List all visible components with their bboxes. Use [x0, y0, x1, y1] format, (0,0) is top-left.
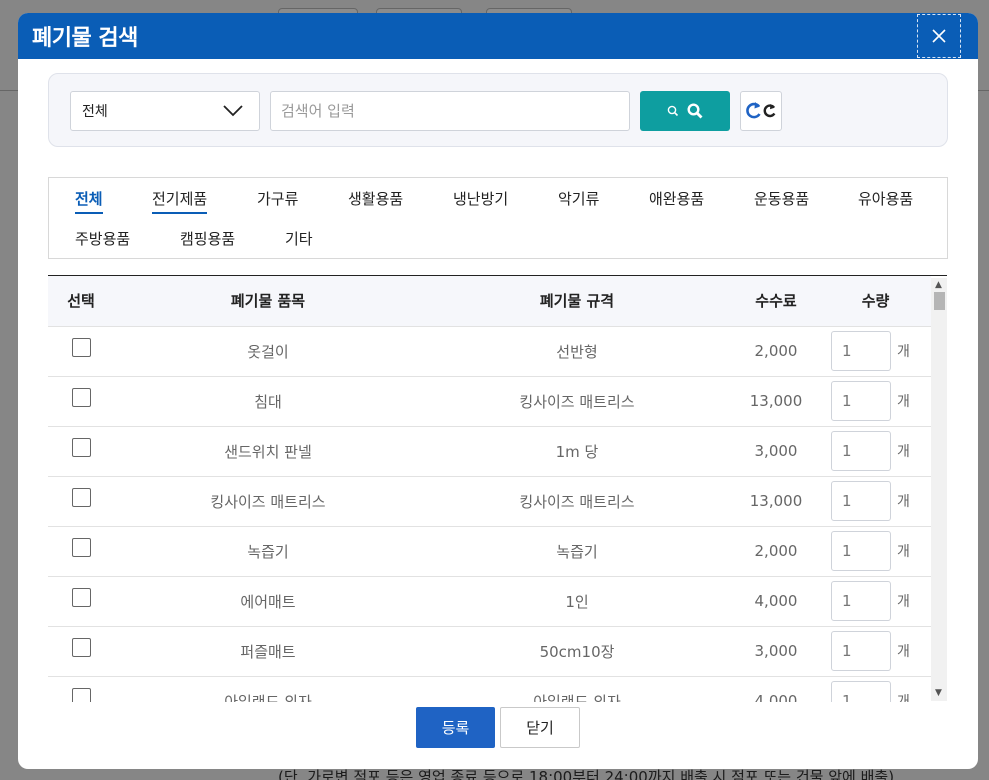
waste-table: 선택 폐기물 품목 폐기물 규격 수수료 수량 옷걸이 선반형 2,000 1개: [48, 276, 931, 702]
close-icon: [932, 29, 946, 43]
item-cell: 침대: [254, 392, 282, 411]
fee-cell: 3,000: [754, 442, 798, 460]
close-footer-button[interactable]: 닫기: [500, 707, 580, 748]
header-quantity: 수량: [861, 292, 890, 311]
row-checkbox[interactable]: [71, 588, 91, 607]
item-cell: 옷걸이: [247, 342, 289, 361]
tab-electronics[interactable]: 전기제품: [152, 188, 208, 214]
category-select-value: 전체: [82, 104, 108, 120]
spec-cell: 킹사이즈 매트리스: [519, 492, 635, 511]
row-checkbox[interactable]: [71, 338, 91, 357]
tab-furniture[interactable]: 가구류: [257, 188, 298, 209]
quantity-unit: 개: [897, 394, 910, 410]
spec-cell: 아일랜드 의자: [533, 692, 621, 703]
spec-cell: 1인: [565, 592, 589, 611]
row-checkbox[interactable]: [71, 388, 91, 407]
tab-camping[interactable]: 캠핑용품: [180, 228, 235, 249]
tab-etc[interactable]: 기타: [285, 228, 313, 249]
tab-heating-cooling[interactable]: 냉난방기: [453, 188, 508, 209]
quantity-unit: 개: [897, 594, 910, 610]
tab-all[interactable]: 전체: [75, 188, 103, 214]
spec-cell: 킹사이즈 매트리스: [519, 392, 635, 411]
category-select[interactable]: 전체: [70, 91, 260, 131]
scroll-up-icon[interactable]: ▲: [935, 281, 942, 290]
table-row: 에어매트 1인 4,000 1개: [48, 576, 931, 626]
item-cell: 킹사이즈 매트리스: [210, 492, 326, 511]
waste-search-modal: 폐기물 검색 전체 검색어 입력 전체 전기제품 가구류 생활용품 냉난방기 악…: [18, 13, 978, 769]
quantity-unit: 개: [897, 544, 910, 560]
quantity-input[interactable]: 1: [831, 681, 891, 702]
fee-cell: 2,000: [754, 542, 798, 560]
quantity-input[interactable]: 1: [831, 581, 891, 621]
close-button[interactable]: [917, 14, 961, 58]
table-header-row: 선택 폐기물 품목 폐기물 규격 수수료 수량: [48, 276, 931, 326]
chevron-down-icon: [223, 105, 243, 117]
spec-cell: 선반형: [556, 342, 598, 361]
quantity-unit: 개: [897, 344, 910, 360]
scroll-down-icon[interactable]: ▼: [935, 689, 942, 698]
quantity-unit: 개: [897, 694, 910, 702]
spec-cell: 50cm10장: [539, 642, 615, 661]
quantity-input[interactable]: 1: [831, 331, 891, 371]
row-checkbox[interactable]: [71, 638, 91, 657]
tab-baby-supplies[interactable]: 유아용품: [858, 188, 913, 209]
fee-cell: 4,000: [754, 592, 798, 610]
quantity-input[interactable]: 1: [831, 481, 891, 521]
spec-cell: 1m 당: [555, 442, 599, 461]
tab-instruments[interactable]: 악기류: [558, 188, 599, 209]
item-cell: 아일랜드 의자: [224, 692, 312, 703]
quantity-input[interactable]: 1: [831, 431, 891, 471]
row-checkbox[interactable]: [71, 538, 91, 557]
fee-cell: 2,000: [754, 342, 798, 360]
category-tabs: 전체 전기제품 가구류 생활용품 냉난방기 악기류 애완용품 운동용품 유아용품…: [48, 177, 948, 259]
reset-button[interactable]: [740, 91, 782, 131]
quantity-unit: 개: [897, 444, 910, 460]
tab-household[interactable]: 생활용품: [348, 188, 403, 209]
item-cell: 에어매트: [240, 592, 296, 611]
table-row: 아일랜드 의자 아일랜드 의자 4,000 1개: [48, 676, 931, 702]
header-fee: 수수료: [755, 292, 797, 311]
waste-table-container: 선택 폐기물 품목 폐기물 규격 수수료 수량 옷걸이 선반형 2,000 1개: [48, 275, 947, 702]
search-input[interactable]: [270, 91, 630, 131]
register-button[interactable]: 등록: [416, 707, 495, 748]
item-cell: 샌드위치 판넬: [224, 442, 312, 461]
table-row: 옷걸이 선반형 2,000 1개: [48, 326, 931, 376]
fee-cell: 3,000: [754, 642, 798, 660]
search-button[interactable]: [640, 91, 730, 131]
header-select: 선택: [67, 292, 95, 311]
spec-cell: 녹즙기: [556, 542, 598, 561]
quantity-input[interactable]: 1: [831, 381, 891, 421]
tab-pet-supplies[interactable]: 애완용품: [649, 188, 704, 209]
scrollbar-thumb[interactable]: [934, 292, 945, 310]
fee-cell: 4,000: [754, 692, 798, 702]
quantity-unit: 개: [897, 494, 910, 510]
refresh-icon: [746, 102, 776, 119]
quantity-input[interactable]: 1: [831, 631, 891, 671]
header-item: 폐기물 품목: [230, 292, 306, 311]
modal-header: 폐기물 검색: [18, 13, 978, 59]
table-row: 샌드위치 판넬 1m 당 3,000 1개: [48, 426, 931, 476]
fee-cell: 13,000: [749, 392, 803, 410]
fee-cell: 13,000: [749, 492, 803, 510]
search-icon: [667, 105, 679, 117]
table-scrollbar[interactable]: ▲ ▼: [931, 278, 947, 701]
row-checkbox[interactable]: [71, 688, 91, 702]
item-cell: 녹즙기: [247, 542, 289, 561]
item-cell: 퍼즐매트: [240, 642, 296, 661]
header-spec: 폐기물 규격: [539, 292, 615, 311]
row-checkbox[interactable]: [71, 488, 91, 507]
quantity-unit: 개: [897, 644, 910, 660]
search-icon: [687, 103, 703, 119]
table-row: 침대 킹사이즈 매트리스 13,000 1개: [48, 376, 931, 426]
row-checkbox[interactable]: [71, 438, 91, 457]
table-row: 퍼즐매트 50cm10장 3,000 1개: [48, 626, 931, 676]
search-panel: 전체: [48, 73, 948, 147]
tab-sports[interactable]: 운동용품: [754, 188, 809, 209]
quantity-input[interactable]: 1: [831, 531, 891, 571]
tab-kitchen[interactable]: 주방용품: [75, 228, 130, 249]
table-row: 녹즙기 녹즙기 2,000 1개: [48, 526, 931, 576]
table-row: 킹사이즈 매트리스 킹사이즈 매트리스 13,000 1개: [48, 476, 931, 526]
modal-title: 폐기물 검색: [32, 26, 138, 51]
